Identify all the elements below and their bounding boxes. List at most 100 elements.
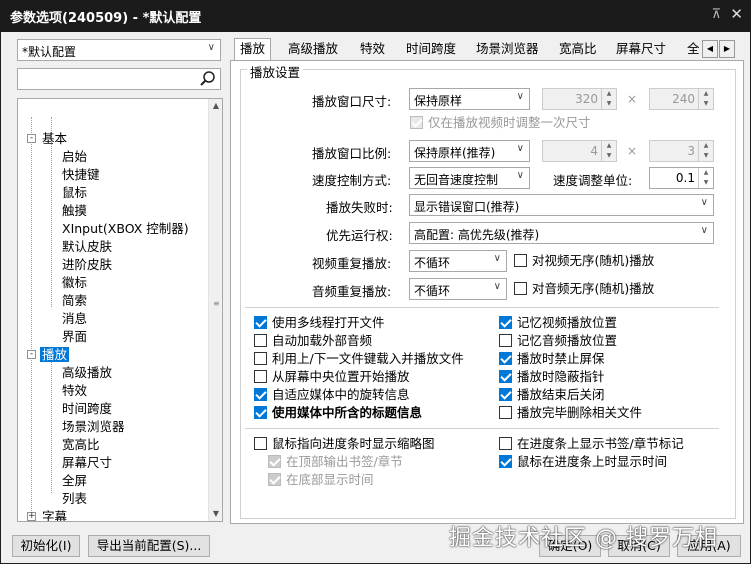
window-size-select[interactable]: 保持原样 ∨ (409, 88, 530, 110)
tree-item-playlist[interactable]: 列表 (62, 490, 87, 508)
chevron-down-icon: ∨ (516, 143, 524, 154)
chevron-down-icon: ∨ (493, 253, 501, 264)
tree-item-startup[interactable]: 启始 (62, 148, 87, 166)
stepper-up-icon[interactable]: ▲ (602, 141, 616, 151)
on-fail-label: 播放失败时: (326, 200, 393, 215)
stepper-buttons[interactable]: ▲ ▼ (601, 89, 616, 109)
stepper-buttons[interactable]: ▲ ▼ (698, 141, 713, 161)
stepper-down-icon[interactable]: ▼ (699, 151, 713, 161)
stepper-down-icon[interactable]: ▼ (699, 99, 713, 109)
tab-scroll-right-icon[interactable]: ▶ (719, 40, 735, 58)
window-size-value: 保持原样 (414, 94, 463, 108)
tree-item-aspect-ratio[interactable]: 宽高比 (62, 436, 100, 454)
checkbox-box (499, 406, 512, 419)
tree-item-time-span[interactable]: 时间跨度 (62, 400, 112, 418)
tab-screen-size[interactable]: 屏幕尺寸 (616, 40, 666, 60)
tab-playback[interactable]: 播放 (234, 38, 272, 61)
ratio-width-value: 4 (590, 144, 598, 158)
scroll-grip-icon[interactable]: ≡ (213, 299, 220, 308)
scroll-up-icon[interactable]: ▲ (209, 99, 222, 113)
on-fail-select[interactable]: 显示错误窗口(推荐) ∨ (409, 194, 714, 216)
tab-aspect-ratio[interactable]: 宽高比 (559, 40, 597, 60)
tree-item-scene-browser[interactable]: 场景浏览器 (62, 418, 125, 436)
tree-item-mouse[interactable]: 鼠标 (62, 184, 87, 202)
tree-item-messages[interactable]: 消息 (62, 310, 87, 328)
tree-item-playback[interactable]: 播放 (40, 346, 70, 364)
tree-toggle-subtitles[interactable]: + (27, 512, 36, 521)
stepper-down-icon[interactable]: ▼ (602, 99, 616, 109)
tree-toggle-basic[interactable]: - (27, 134, 36, 143)
window-height-stepper[interactable]: 240 ▲ ▼ (649, 88, 714, 110)
audio-repeat-select[interactable]: 不循环 ∨ (409, 278, 507, 300)
video-random-label: 对视频无序(随机)播放 (532, 253, 655, 268)
ratio-height-stepper[interactable]: 3 ▲ ▼ (649, 140, 714, 162)
tree-item-effects[interactable]: 特效 (62, 382, 87, 400)
stepper-buttons[interactable]: ▲ ▼ (698, 168, 713, 188)
tree-item-fullscreen[interactable]: 全屏 (62, 472, 87, 490)
stepper-buttons[interactable]: ▲ ▼ (698, 89, 713, 109)
checkbox-box (514, 254, 527, 267)
stepper-down-icon[interactable]: ▼ (699, 178, 713, 188)
tree-toggle-playback[interactable]: - (27, 350, 36, 359)
speed-unit-value: 0.1 (675, 171, 695, 185)
tree-line (31, 117, 32, 513)
priority-select[interactable]: 高配置: 高优先级(推荐) ∨ (409, 222, 714, 244)
init-button[interactable]: 初始化(I) (12, 535, 80, 557)
window-ratio-select[interactable]: 保持原样(推荐) ∨ (409, 140, 530, 162)
on-fail-value: 显示错误窗口(推荐) (414, 200, 520, 214)
speed-mode-select[interactable]: 无回音速度控制 ∨ (409, 167, 530, 189)
checkbox-box (514, 282, 527, 295)
search-icon[interactable] (198, 69, 218, 89)
tree-item-basic[interactable]: 基本 (42, 130, 67, 148)
checkbox-box (254, 316, 267, 329)
priority-value: 高配置: 高优先级(推荐) (414, 228, 540, 242)
tree-item-index[interactable]: 简索 (62, 292, 87, 310)
stepper-up-icon[interactable]: ▲ (602, 89, 616, 99)
tree-item-advanced-skin[interactable]: 进阶皮肤 (62, 256, 112, 274)
scroll-down-icon[interactable]: ▼ (209, 507, 222, 521)
tab-scene-browser[interactable]: 场景浏览器 (476, 40, 539, 60)
option-label: 在进度条上显示书签/章节标记 (517, 436, 684, 451)
tab-panel-playback: 播放设置 播放窗口尺寸: 保持原样 ∨ 320 ▲ ▼ × 240 ▲ ▼ 仅在播放… (230, 60, 744, 524)
times-sign: × (627, 92, 638, 106)
stepper-up-icon[interactable]: ▲ (699, 141, 713, 151)
profile-select[interactable]: *默认配置 ∨ (17, 39, 221, 61)
checkbox-box (268, 455, 281, 468)
option-label: 利用上/下一文件键载入并播放文件 (272, 351, 464, 366)
tab-time-span[interactable]: 时间跨度 (406, 40, 456, 60)
tree-item-advanced-playback[interactable]: 高级播放 (62, 364, 112, 382)
tree-item-hotkeys[interactable]: 快捷键 (62, 166, 100, 184)
tree-item-screen-size[interactable]: 屏幕尺寸 (62, 454, 112, 472)
tab-fullscreen[interactable]: 全 (687, 40, 699, 60)
tree-item-interface[interactable]: 界面 (62, 328, 87, 346)
tree-item-xinput[interactable]: XInput(XBOX 控制器) (62, 220, 189, 238)
window-width-stepper[interactable]: 320 ▲ ▼ (542, 88, 617, 110)
option-label: 自动加载外部音频 (272, 333, 373, 348)
stepper-buttons[interactable]: ▲ ▼ (601, 141, 616, 161)
tab-advanced-playback[interactable]: 高级播放 (288, 40, 338, 60)
checkbox-box (254, 437, 267, 450)
stepper-up-icon[interactable]: ▲ (699, 89, 713, 99)
export-config-button[interactable]: 导出当前配置(S)... (88, 535, 210, 557)
speed-unit-stepper[interactable]: 0.1 ▲ ▼ (649, 167, 714, 189)
tree-item-default-skin[interactable]: 默认皮肤 (62, 238, 112, 256)
close-icon[interactable]: ✕ (730, 5, 743, 23)
tree-item-touch[interactable]: 触摸 (62, 202, 87, 220)
checkbox-box (254, 334, 267, 347)
tree-item-logo[interactable]: 徽标 (62, 274, 87, 292)
tab-effects[interactable]: 特效 (360, 40, 385, 60)
checkbox-box (499, 370, 512, 383)
checkbox-box (499, 316, 512, 329)
stepper-down-icon[interactable]: ▼ (602, 151, 616, 161)
search-input[interactable] (17, 68, 221, 90)
tab-scroll-left-icon[interactable]: ◀ (702, 40, 718, 58)
checkbox-box (410, 116, 423, 129)
option-label: 使用多线程打开文件 (272, 315, 385, 330)
pin-icon[interactable]: ⊼ (711, 7, 721, 22)
tree-scrollbar[interactable]: ▲ ≡ ▼ (208, 99, 222, 521)
ratio-width-stepper[interactable]: 4 ▲ ▼ (542, 140, 617, 162)
stepper-up-icon[interactable]: ▲ (699, 168, 713, 178)
tree-item-subtitles[interactable]: 字幕 (42, 508, 67, 521)
video-repeat-select[interactable]: 不循环 ∨ (409, 250, 507, 272)
checkbox-box (254, 406, 267, 419)
